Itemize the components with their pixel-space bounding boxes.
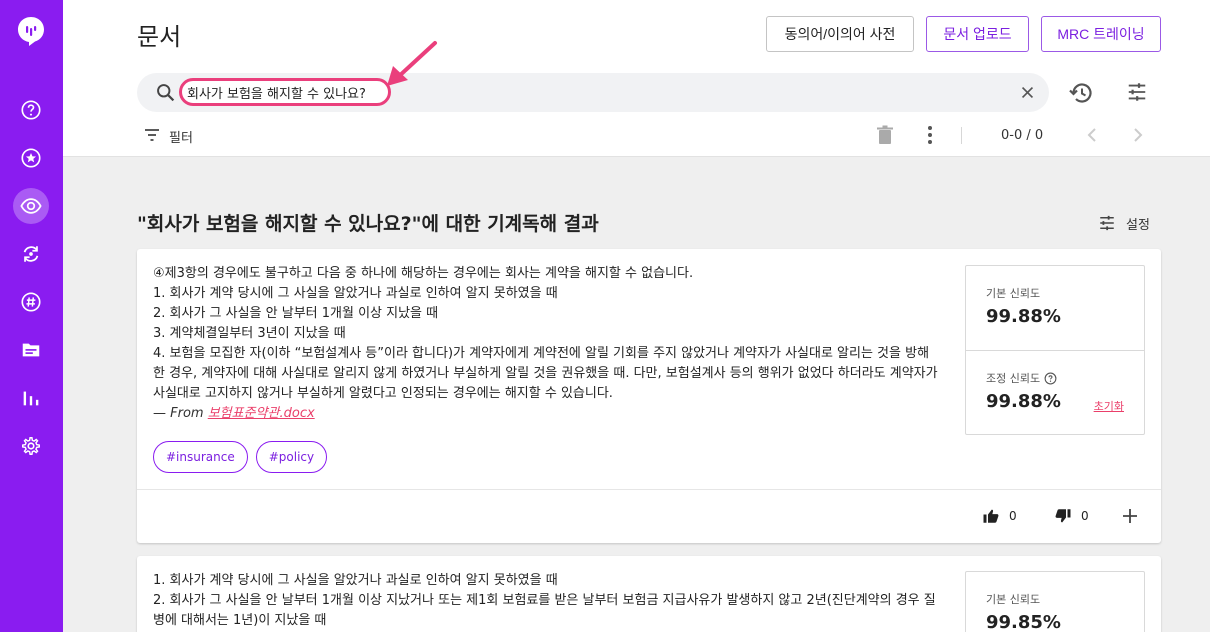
tune-icon: [1100, 215, 1114, 231]
answer-line: 3. 계약체결일부터 3년이 지났을 때: [153, 326, 346, 341]
source-line: — From 보험표준약관.docx: [153, 404, 938, 424]
sidebar-item-settings[interactable]: [13, 428, 49, 464]
base-confidence-value: 99.88%: [986, 306, 1061, 327]
thumb-down-icon: [1055, 509, 1071, 523]
confidence-panel: 기본 신뢰도 99.88% 조정 신뢰도 99.88% 초기화: [965, 265, 1145, 435]
sidebar-item-tags[interactable]: [13, 284, 49, 320]
mrc-training-button[interactable]: MRC 트레이닝: [1041, 16, 1161, 52]
tag-chip[interactable]: #insurance: [153, 441, 248, 473]
eye-icon: [20, 197, 42, 215]
help-circle-icon: [21, 100, 41, 120]
plus-icon[interactable]: [1122, 508, 1138, 524]
chevron-left-icon[interactable]: [1085, 127, 1099, 143]
toolbar-divider: [961, 127, 962, 144]
answer-line: 1. 회사가 계약 당시에 그 사실을 알았거나 과실로 인하여 알지 못하였을…: [153, 286, 558, 301]
adjusted-confidence-label: 조정 신뢰도: [986, 372, 1041, 385]
sidebar-item-help[interactable]: [13, 92, 49, 128]
settings-button[interactable]: 설정: [1098, 212, 1150, 234]
trash-icon[interactable]: [876, 125, 894, 145]
like-count: 0: [1009, 509, 1017, 523]
result-card: 1. 회사가 계약 당시에 그 사실을 알았거나 과실로 인하여 알지 못하였을…: [137, 556, 1161, 632]
reset-link[interactable]: 초기화: [1094, 398, 1124, 414]
close-icon[interactable]: [1019, 84, 1036, 101]
upload-document-button[interactable]: 문서 업로드: [926, 16, 1029, 52]
answer-text: 1. 회사가 계약 당시에 그 사실을 알았거나 과실로 인하여 알지 못하였을…: [153, 571, 938, 631]
folder-icon: [22, 343, 40, 357]
adjusted-confidence-label-row: 조정 신뢰도: [986, 370, 1057, 386]
base-confidence-value: 99.85%: [986, 612, 1061, 632]
thumb-up-icon: [983, 509, 999, 523]
adjusted-confidence-value: 99.88%: [986, 391, 1061, 412]
result-card: ④제3항의 경우에도 불구하고 다음 중 하나에 해당하는 경우에는 회사는 계…: [137, 249, 1161, 543]
logo-icon[interactable]: [17, 16, 45, 47]
history-icon[interactable]: [1068, 80, 1094, 106]
gear-icon: [22, 437, 40, 455]
tag-chip[interactable]: #policy: [255, 441, 328, 473]
sidebar-item-badge[interactable]: [13, 140, 49, 176]
answer-line: ④제3항의 경우에도 불구하고 다음 중 하나에 해당하는 경우에는 회사는 계…: [153, 266, 694, 281]
hashtag-icon: [21, 292, 41, 312]
search-icon: [157, 84, 175, 102]
confidence-panel: 기본 신뢰도 99.85%: [965, 571, 1145, 632]
dislike-button[interactable]: 0: [1054, 507, 1089, 525]
list-toolbar: 필터 0-0 / 0: [63, 121, 1210, 151]
header: 문서 동의어/이의어 사전 문서 업로드 MRC 트레이닝 회사가 보험을 해지…: [63, 0, 1210, 157]
tag-list: #insurance #policy: [153, 441, 328, 473]
search-bar[interactable]: 회사가 보험을 해지할 수 있나요?: [137, 73, 1049, 112]
sidebar: [0, 0, 63, 632]
search-input[interactable]: 회사가 보험을 해지할 수 있나요?: [187, 83, 366, 102]
base-confidence: 기본 신뢰도 99.88%: [966, 266, 1144, 350]
help-circle-icon[interactable]: [1044, 372, 1057, 385]
settings-label: 설정: [1126, 217, 1150, 233]
like-button[interactable]: 0: [982, 507, 1017, 525]
filter-icon[interactable]: [144, 128, 160, 142]
bar-chart-icon: [23, 391, 39, 406]
annotation-arrow: [387, 41, 437, 86]
dislike-count: 0: [1081, 509, 1089, 523]
sidebar-item-documents[interactable]: [13, 332, 49, 368]
tune-icon[interactable]: [1126, 81, 1148, 103]
source-file-link[interactable]: 보험표준약관.docx: [208, 406, 315, 421]
adjusted-confidence: 조정 신뢰도 99.88% 초기화: [966, 350, 1144, 434]
sidebar-item-stats[interactable]: [13, 380, 49, 416]
answer-text: ④제3항의 경우에도 불구하고 다음 중 하나에 해당하는 경우에는 회사는 계…: [153, 264, 938, 424]
base-confidence-label: 기본 신뢰도: [986, 287, 1041, 300]
answer-line: 1. 회사가 계약 당시에 그 사실을 알았거나 과실로 인하여 알지 못하였을…: [153, 573, 558, 588]
base-confidence: 기본 신뢰도 99.85%: [966, 572, 1144, 632]
sidebar-item-mrc[interactable]: [13, 188, 49, 224]
base-confidence-label: 기본 신뢰도: [986, 593, 1041, 606]
page-title: 문서: [137, 23, 182, 51]
sync-icon: [23, 246, 39, 262]
star-badge-icon: [21, 148, 41, 168]
filter-button[interactable]: 필터: [169, 127, 193, 146]
answer-line: 4. 보험을 모집한 자(이하 “보험설계사 등”이라 합니다)가 계약자에게 …: [153, 346, 938, 401]
chevron-right-icon[interactable]: [1131, 127, 1145, 143]
more-vertical-icon[interactable]: [927, 125, 933, 145]
pagination-count: 0-0 / 0: [1001, 128, 1044, 143]
dictionary-button[interactable]: 동의어/이의어 사전: [766, 16, 914, 52]
answer-line: 2. 회사가 그 사실을 안 날부터 1개월 이상 지났거나 또는 제1회 보험…: [153, 593, 936, 628]
result-title: "회사가 보험을 해지할 수 있나요?"에 대한 기계독해 결과: [137, 213, 599, 235]
sidebar-item-sync[interactable]: [13, 236, 49, 272]
answer-line: 2. 회사가 그 사실을 안 날부터 1개월 이상 지났을 때: [153, 306, 439, 321]
source-prefix: — From: [153, 406, 208, 421]
card-divider: [137, 489, 1161, 490]
